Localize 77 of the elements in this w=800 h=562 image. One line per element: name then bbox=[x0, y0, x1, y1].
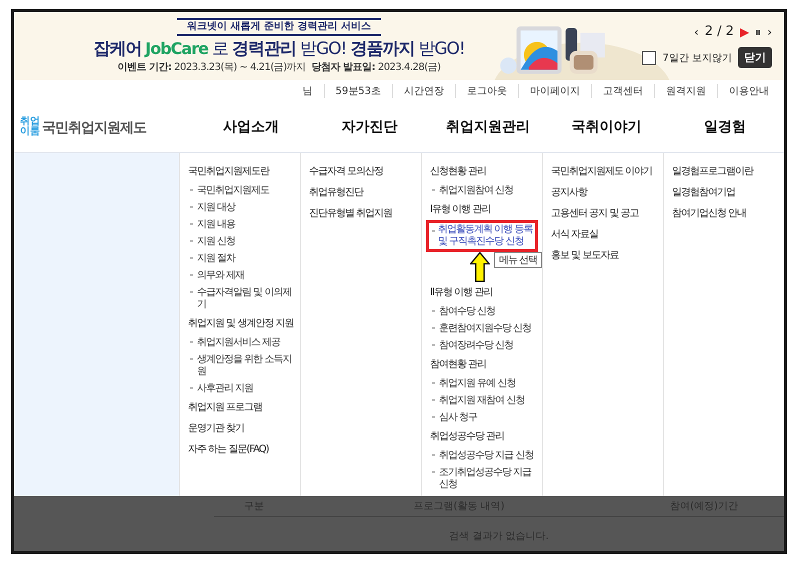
headline-text: 경력관리 bbox=[232, 38, 296, 60]
logo-small-text: 취업 bbox=[20, 117, 40, 127]
menu-item[interactable]: 국민취업지원제도 bbox=[188, 182, 296, 199]
menu-heading[interactable]: 홍보 및 보도자료 bbox=[551, 249, 663, 262]
nav-item[interactable]: 취업지원관리 bbox=[428, 118, 548, 136]
headline-text: 받GO! bbox=[300, 38, 346, 60]
menu-item[interactable]: 지원 내용 bbox=[188, 216, 296, 233]
menu-heading[interactable]: 신청현황 관리 bbox=[430, 165, 542, 178]
menu-item[interactable]: 수급자격알림 및 이의제기 bbox=[188, 284, 296, 313]
menu-heading[interactable]: 운영기관 찾기 bbox=[188, 422, 300, 435]
util-link[interactable]: 고객센터 bbox=[591, 84, 654, 98]
util-link[interactable]: 59분53초 bbox=[324, 84, 392, 98]
hide-label: 7일간 보지않기 bbox=[662, 52, 732, 64]
menu-heading[interactable]: 취업지원 프로그램 bbox=[188, 401, 300, 414]
menu-item[interactable]: 지원 신청 bbox=[188, 233, 296, 250]
menu-heading[interactable]: 일경험참여기업 bbox=[672, 186, 784, 199]
close-button[interactable]: 닫기 bbox=[738, 47, 772, 68]
headline-text: 로 bbox=[212, 38, 228, 60]
hide-checkbox[interactable] bbox=[642, 50, 656, 64]
menu-item[interactable]: 지원 절차 bbox=[188, 250, 296, 267]
event-period: 이벤트 기간: 2023.3.23(목) ~ 4.21(금)까지 bbox=[117, 62, 306, 74]
menu-heading[interactable]: 참여현황 관리 bbox=[430, 358, 542, 371]
util-link[interactable]: 님 bbox=[292, 84, 324, 98]
menu-item[interactable]: 취업지원참여 신청 bbox=[430, 182, 538, 199]
headline-text: 잡케어 bbox=[93, 38, 142, 60]
headline-text: 경품까지 bbox=[350, 38, 414, 60]
menu-item[interactable]: 생계안정을 위한 소득지원 bbox=[188, 351, 296, 380]
logo-small-text: 이룸 bbox=[20, 127, 40, 137]
nav-item[interactable]: 사업소개 bbox=[192, 118, 310, 136]
menu-item[interactable]: 의무와 제재 bbox=[188, 267, 296, 284]
menu-item[interactable]: 지원 대상 bbox=[188, 199, 296, 216]
play-button[interactable]: ▶ bbox=[740, 24, 750, 38]
banner-kicker: 워크넷이 새롭게 준비한 경력관리 서비스 bbox=[177, 18, 381, 36]
menu-item[interactable]: 취업성공수당 지급 신청 bbox=[430, 447, 538, 464]
menu-heading[interactable]: 국민취업지원제도란 bbox=[188, 165, 300, 178]
menu-heading[interactable]: 취업지원 및 생계안정 지원 bbox=[188, 317, 300, 330]
menu-item[interactable]: 취업활동계획 이행 등록 및 구직촉진수당 신청 bbox=[426, 220, 538, 252]
menu-item[interactable]: 사후관리 지원 bbox=[188, 380, 296, 397]
menu-heading[interactable]: 참여기업신청 안내 bbox=[672, 207, 784, 220]
menu-item[interactable]: 참여장려수당 신청 bbox=[430, 337, 538, 354]
menu-item[interactable]: 조기취업성공수당 지급 신청 bbox=[430, 464, 538, 493]
menu-heading[interactable]: 자주 하는 질문(FAQ) bbox=[188, 443, 300, 456]
menu-heading[interactable]: 취업유형진단 bbox=[309, 186, 421, 199]
menu-heading[interactable]: 고용센터 공지 및 공고 bbox=[551, 207, 663, 220]
util-link[interactable]: 마이페이지 bbox=[518, 84, 591, 98]
tooltip: 메뉴 선택 bbox=[494, 252, 542, 268]
menu-heading[interactable]: 취업성공수당 관리 bbox=[430, 430, 542, 443]
util-link[interactable]: 시간연장 bbox=[392, 84, 455, 98]
next-button[interactable]: › bbox=[767, 24, 772, 38]
menu-item[interactable]: 취업지원서비스 제공 bbox=[188, 334, 296, 351]
arrow-icon bbox=[470, 252, 490, 282]
util-link[interactable]: 원격지원 bbox=[654, 84, 717, 98]
headline-text: JobCare bbox=[145, 38, 208, 60]
headline-text: 받GO! bbox=[418, 38, 465, 60]
nav-item[interactable]: 국취이야기 bbox=[547, 118, 666, 136]
nav-item[interactable]: 자가진단 bbox=[310, 118, 429, 136]
menu-item[interactable]: 취업지원 유예 신청 bbox=[430, 375, 538, 392]
menu-item[interactable]: 취업지원 재참여 신청 bbox=[430, 392, 538, 409]
winner-date: 당첨자 발표일: 2023.4.28(금) bbox=[312, 62, 441, 74]
pause-button[interactable]: ⏸ bbox=[755, 24, 762, 38]
menu-heading[interactable]: 국민취업지원제도 이야기 bbox=[551, 165, 663, 178]
menu-heading[interactable]: 서식 자료실 bbox=[551, 228, 663, 241]
menu-heading[interactable]: Ⅰ유형 이행 관리 bbox=[430, 203, 542, 216]
util-link[interactable]: 로그아웃 bbox=[455, 84, 518, 98]
menu-heading[interactable]: 일경험프로그램이란 bbox=[672, 165, 784, 178]
menu-heading[interactable]: 수급자격 모의산정 bbox=[309, 165, 421, 178]
menu-heading[interactable]: 진단유형별 취업지원 bbox=[309, 207, 421, 220]
previous-button[interactable]: ‹ bbox=[694, 24, 699, 38]
util-link[interactable]: 이용안내 bbox=[717, 84, 780, 98]
slide-counter: 2 / 2 bbox=[704, 24, 734, 39]
menu-heading[interactable]: 공지사항 bbox=[551, 186, 663, 199]
menu-item[interactable]: 심사 청구 bbox=[430, 409, 538, 426]
nav-item[interactable]: 일경험 bbox=[666, 118, 784, 136]
logo-name[interactable]: 국민취업지원제도 bbox=[42, 119, 146, 137]
menu-item[interactable]: 참여수당 신청 bbox=[430, 303, 538, 320]
menu-item[interactable]: 훈련참여지원수당 신청 bbox=[430, 320, 538, 337]
menu-heading[interactable]: Ⅱ유형 이행 관리 bbox=[430, 286, 542, 299]
